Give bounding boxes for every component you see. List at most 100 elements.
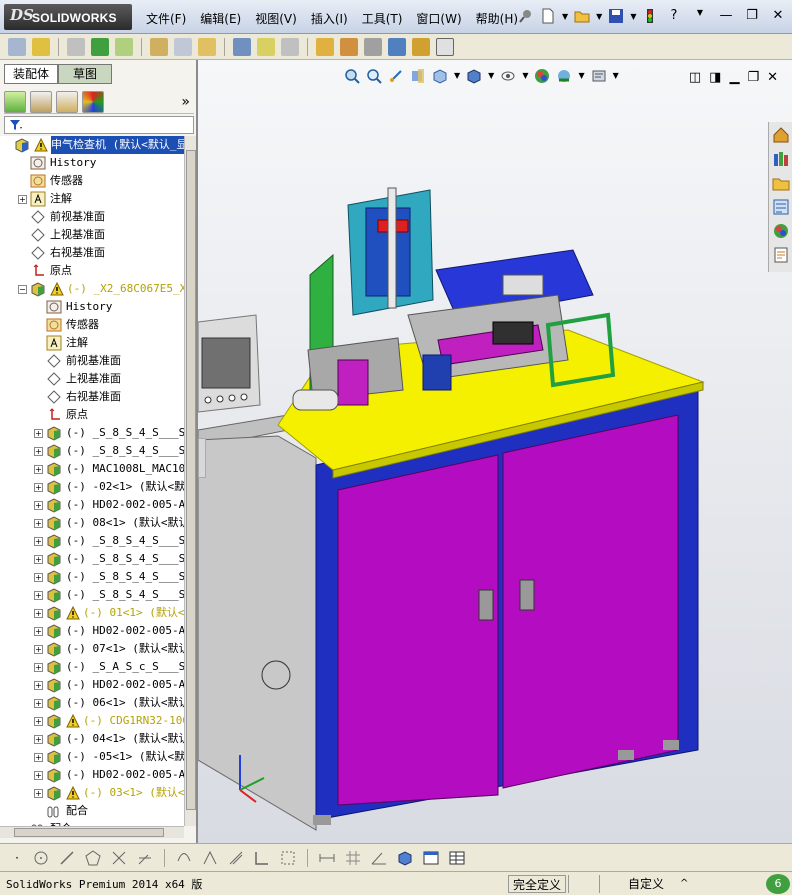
open-dropdown-icon[interactable]: ▼ (596, 12, 602, 21)
show-hidden-icon[interactable] (198, 37, 216, 56)
view-palette-icon[interactable] (772, 198, 790, 216)
corner-rectangle-icon[interactable] (253, 849, 271, 867)
filter-icon[interactable] (9, 119, 23, 131)
tree-node[interactable]: + (-) -05<1> (默认<默认 (34, 748, 184, 766)
appearances-scenes-icon[interactable] (772, 222, 790, 240)
expand-icon[interactable]: + (34, 752, 43, 762)
angle-icon[interactable] (370, 849, 388, 867)
tree-node[interactable]: + 注解 (18, 190, 72, 208)
more-tabs-icon[interactable]: » (181, 94, 194, 110)
units-caret-icon[interactable]: ^ (676, 875, 692, 893)
feature-manager-tab-icon[interactable] (4, 90, 26, 113)
tab-assembly[interactable]: 装配体 (4, 64, 58, 84)
exploded-view-icon[interactable] (340, 37, 358, 56)
tree-node[interactable]: 前视基准面 (18, 208, 105, 226)
solidworks-resources-icon[interactable] (772, 126, 790, 144)
help-button[interactable]: ? (666, 8, 682, 23)
tree-node[interactable]: + (-) HD02-002-005-A28 (34, 766, 184, 784)
paperclip-icon[interactable] (67, 37, 85, 56)
expand-icon[interactable]: + (34, 644, 43, 654)
tree-node[interactable]: + (-) 06<1> (默认<默认 (34, 694, 184, 712)
line-icon[interactable] (58, 849, 76, 867)
rebuild-traffic-light-icon[interactable] (642, 8, 658, 24)
custom-properties-icon[interactable] (772, 246, 790, 264)
convert-entities-icon[interactable] (175, 849, 193, 867)
tree-node[interactable]: + (-) MAC1008L_MAC1008 (34, 460, 184, 478)
expand-icon[interactable]: + (34, 590, 43, 600)
circle-icon[interactable] (32, 849, 50, 867)
tree-filter-input[interactable] (4, 116, 194, 134)
panel-collapse-handle[interactable] (198, 438, 206, 478)
interference-detection-icon[interactable] (388, 37, 406, 56)
assembly-features-icon[interactable] (233, 37, 251, 56)
tab-sketch[interactable]: 草图 (58, 64, 112, 84)
expand-icon[interactable]: + (34, 734, 43, 744)
tree-node[interactable]: + (-) CDG1RN32-100- (34, 712, 184, 730)
tree-node[interactable]: 申气检查机 (默认<默认_显 (2, 136, 184, 154)
smart-dimension-icon[interactable] (318, 849, 336, 867)
file-explorer-icon[interactable] (772, 174, 790, 192)
expand-icon[interactable]: + (34, 788, 43, 798)
expand-icon[interactable]: + (34, 446, 43, 456)
offset-entities-icon[interactable] (201, 849, 219, 867)
tree-node[interactable]: − (-) _X2_68C067E5_X0_ (18, 280, 184, 298)
expand-icon[interactable]: + (34, 608, 43, 618)
expand-icon[interactable]: + (34, 464, 43, 474)
help-dropdown-icon[interactable]: ▼ (692, 8, 708, 23)
mirror-entities-icon[interactable] (227, 849, 245, 867)
pin-icon[interactable] (518, 8, 534, 24)
table-icon[interactable] (448, 849, 466, 867)
tree-node[interactable]: 原点 (34, 406, 88, 424)
move-component-icon[interactable] (174, 37, 192, 56)
tree-node[interactable]: 上视基准面 (18, 226, 105, 244)
menu-view[interactable]: 视图(V) (255, 10, 297, 27)
shaded-cube-icon[interactable] (396, 849, 414, 867)
tree-node[interactable]: 右视基准面 (18, 244, 105, 262)
tree-node[interactable]: + (-) 01<1> (默认<默 (34, 604, 184, 622)
graphics-area[interactable]: ▼ ▼ ▼ ▼ ▼ ◫ ◨ ▁ ❐ ✕ (198, 60, 792, 843)
construction-geometry-icon[interactable] (279, 849, 297, 867)
restore-button[interactable]: ❐ (744, 8, 760, 23)
smart-fasteners-icon[interactable] (150, 37, 168, 56)
tree-node[interactable]: 传感器 (18, 172, 83, 190)
trim-icon[interactable] (110, 849, 128, 867)
minimize-button[interactable]: — (718, 8, 734, 23)
tree-node[interactable]: + (-) _S_8_S_4_S___S_ (34, 586, 184, 604)
tree-node[interactable]: 上视基准面 (34, 370, 121, 388)
tree-node[interactable]: History (34, 298, 112, 316)
menu-tools[interactable]: 工具(T) (362, 10, 403, 27)
new-dropdown-icon[interactable]: ▼ (562, 12, 568, 21)
reference-geometry-icon[interactable] (257, 37, 275, 56)
menu-insert[interactable]: 插入(I) (311, 10, 348, 27)
bill-of-materials-icon[interactable] (316, 37, 334, 56)
configuration-manager-tab-icon[interactable] (56, 90, 78, 113)
tree-node[interactable]: + (-) _S_8_S_4_S___S_ (34, 550, 184, 568)
expand-icon[interactable]: + (34, 500, 43, 510)
tree-horizontal-scrollbar[interactable] (0, 826, 184, 838)
expand-icon[interactable]: + (34, 428, 43, 438)
new-document-icon[interactable] (540, 8, 556, 24)
point-icon[interactable]: · (10, 851, 24, 865)
machine-3d-model[interactable] (198, 60, 792, 843)
tree-node[interactable]: + (-) 07<1> (默认<默认 (34, 640, 184, 658)
expand-icon[interactable]: + (34, 662, 43, 672)
close-button[interactable]: ✕ (770, 8, 786, 23)
tree-node[interactable]: 传感器 (34, 316, 99, 334)
clearance-verification-icon[interactable] (412, 37, 430, 56)
pattern-icon[interactable] (115, 37, 133, 56)
expand-icon[interactable]: + (34, 572, 43, 582)
mate-toolbar-icon[interactable] (91, 37, 109, 56)
tree-node[interactable]: + (-) _S_8_S_4_S___S_ (34, 442, 184, 460)
tree-node[interactable]: + (-) HD02-002-005-A20 (34, 622, 184, 640)
menu-file[interactable]: 文件(F) (146, 10, 186, 27)
extend-icon[interactable] (136, 849, 154, 867)
tree-node[interactable]: + (-) HD02-002-005-A19 (34, 676, 184, 694)
explode-line-sketch-icon[interactable] (364, 37, 382, 56)
save-icon[interactable] (608, 8, 624, 24)
expand-icon[interactable]: + (34, 716, 43, 726)
expand-icon[interactable]: + (34, 518, 43, 528)
tree-node[interactable]: 右视基准面 (34, 388, 121, 406)
expand-icon[interactable]: + (34, 680, 43, 690)
tree-node[interactable]: + (-) 04<1> (默认<默认 (34, 730, 184, 748)
tree-node[interactable]: + (-) 08<1> (默认<默认 (34, 514, 184, 532)
